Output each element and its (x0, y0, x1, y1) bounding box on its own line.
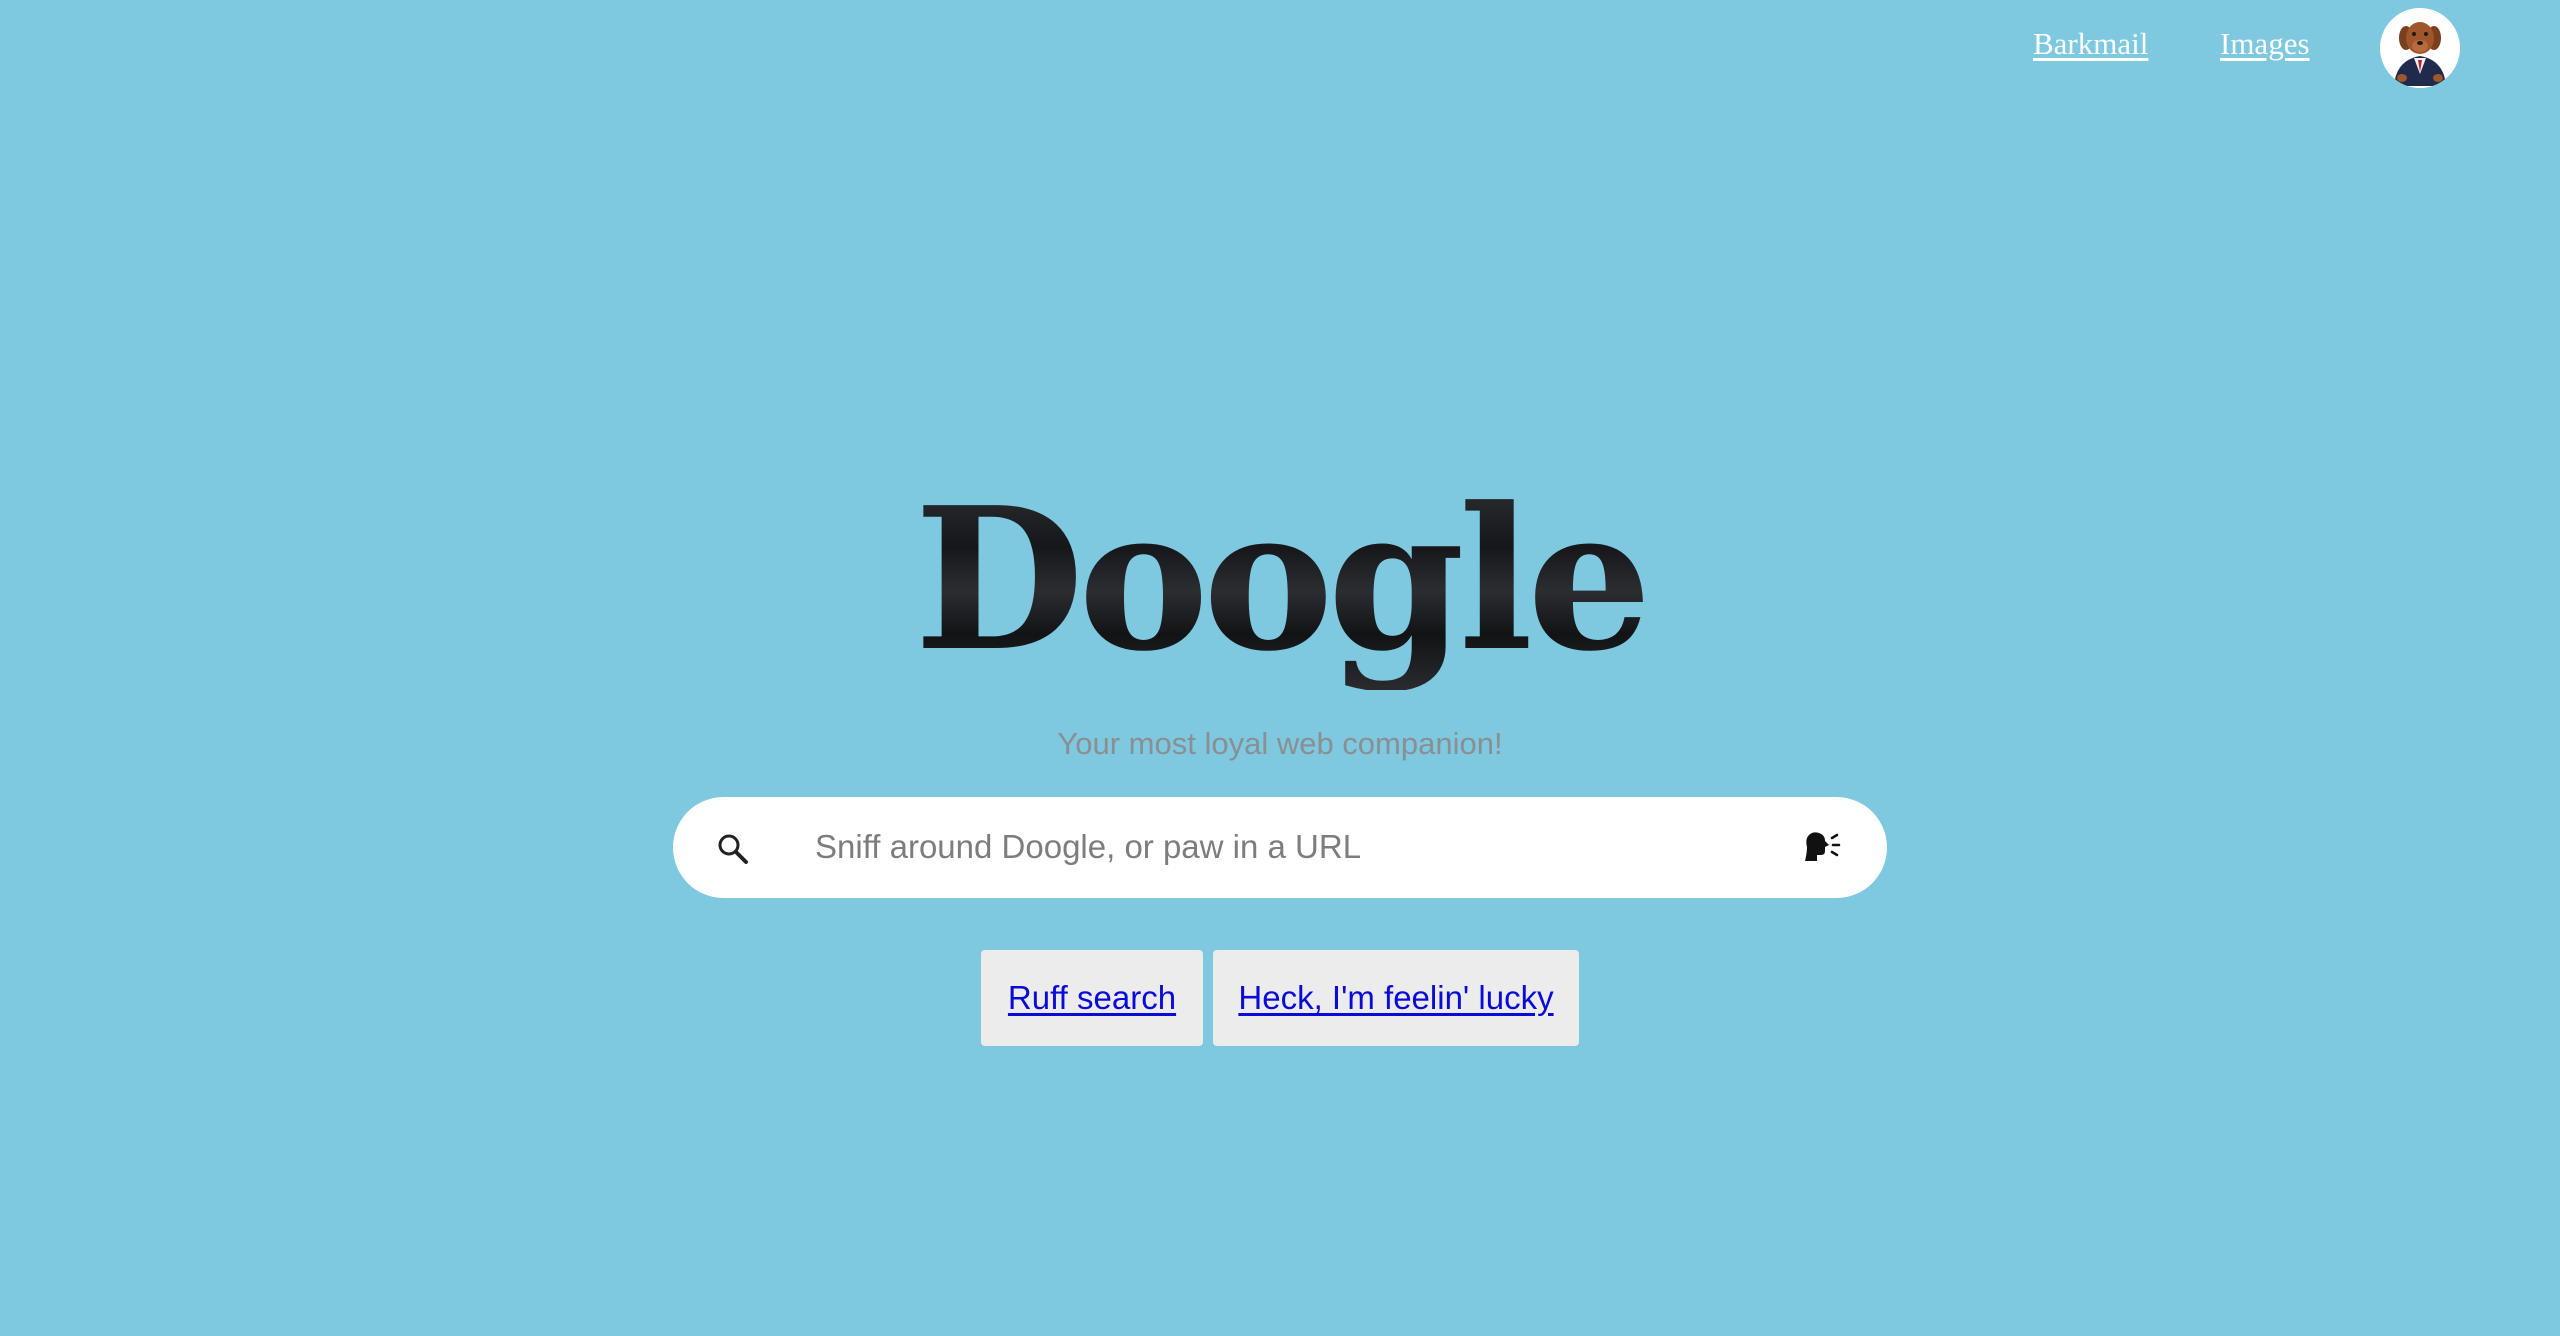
tagline: Your most loyal web companion! (1057, 726, 1503, 761)
voice-bark-icon[interactable] (1803, 829, 1843, 865)
search-icon (718, 834, 748, 864)
feeling-lucky-button[interactable]: Heck, I'm feelin' lucky (1213, 950, 1579, 1046)
avatar[interactable] (2380, 8, 2460, 88)
barkmail-link[interactable]: Barkmail (2033, 26, 2148, 62)
search-input[interactable] (815, 817, 1715, 877)
images-link[interactable]: Images (2220, 26, 2310, 62)
top-navigation: Barkmail Images (0, 0, 2560, 96)
dog-avatar-icon (2380, 8, 2460, 88)
doogle-logo: Doogle (0, 470, 2560, 690)
ruff-search-button[interactable]: Ruff search (981, 950, 1203, 1046)
search-bar (673, 797, 1887, 898)
